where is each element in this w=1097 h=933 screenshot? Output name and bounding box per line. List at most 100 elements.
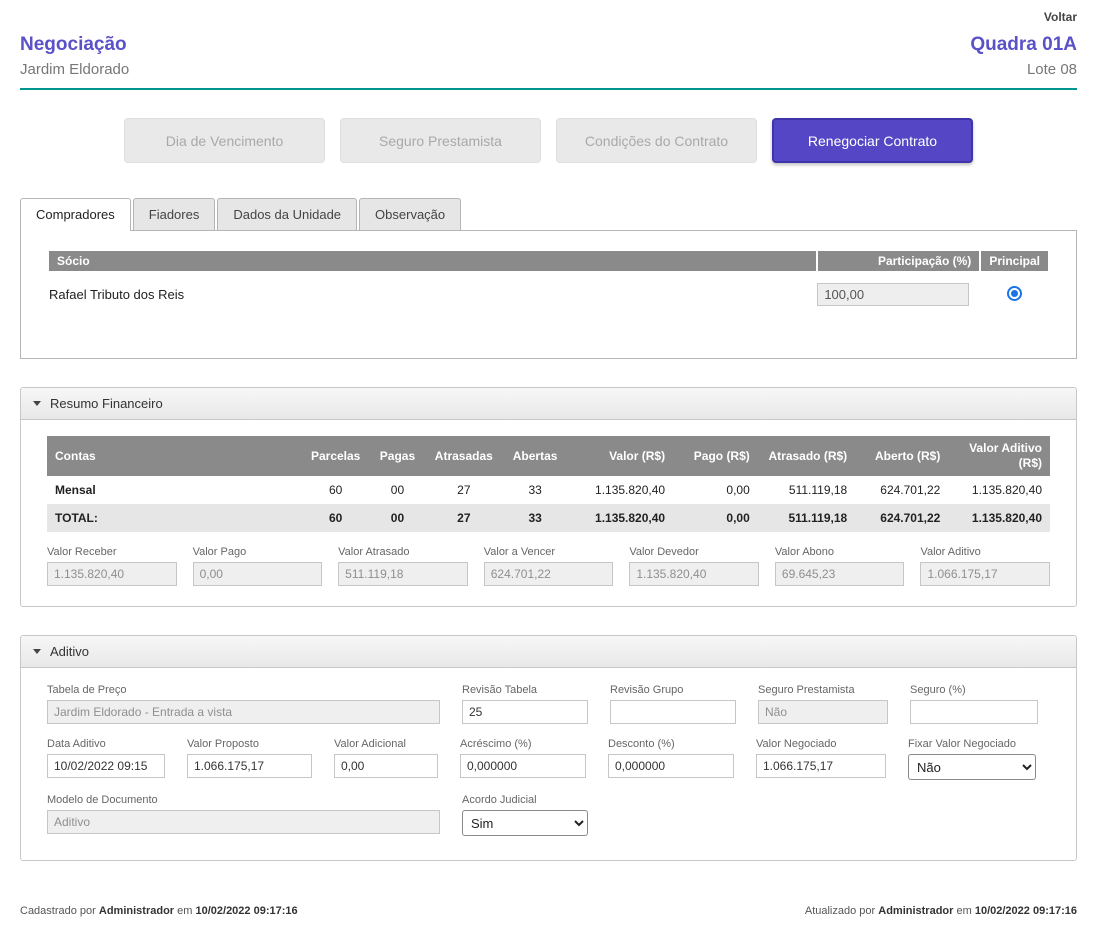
fixar-valor-negociado-label: Fixar Valor Negociado: [908, 738, 1036, 750]
created-by-text: Cadastrado por Administrador em 10/02/20…: [20, 905, 298, 917]
buyer-row: Rafael Tributo dos Reis: [49, 271, 1048, 310]
total-label: TOTAL:: [47, 504, 301, 532]
cell-pago: 0,00: [673, 476, 758, 504]
resumo-financeiro-header[interactable]: Resumo Financeiro: [21, 388, 1076, 420]
acrescimo-label: Acréscimo (%): [460, 738, 586, 750]
fixar-valor-negociado-select[interactable]: Não: [908, 754, 1036, 780]
updated-prefix: Atualizado por: [805, 905, 875, 917]
header-right: Quadra 01A Lote 08: [970, 34, 1077, 78]
col-atrasado: Atrasado (R$): [758, 436, 855, 476]
total-atrasado: 511.119,18: [758, 504, 855, 532]
acordo-judicial-field: Acordo Judicial Sim: [462, 794, 588, 836]
data-aditivo-field: Data Aditivo: [47, 738, 165, 780]
valor-pago-label: Valor Pago: [193, 546, 323, 558]
acordo-judicial-select[interactable]: Sim: [462, 810, 588, 836]
col-valor-aditivo: Valor Aditivo (R$): [948, 436, 1050, 476]
tabela-de-preco-field: Tabela de Preço: [47, 684, 440, 724]
valor-devedor-label: Valor Devedor: [629, 546, 759, 558]
valor-atrasado-label: Valor Atrasado: [338, 546, 468, 558]
page-subtitle: Jardim Eldorado: [20, 61, 129, 78]
valor-adicional-input[interactable]: [334, 754, 438, 778]
col-pagas: Pagas: [370, 436, 424, 476]
participation-input[interactable]: [817, 283, 969, 306]
seguro-prestamista-label: Seguro Prestamista: [758, 684, 888, 696]
cell-conta: Mensal: [47, 476, 301, 504]
page-header: Negociação Jardim Eldorado Quadra 01A Lo…: [20, 34, 1077, 90]
revisao-tabela-field: Revisão Tabela: [462, 684, 588, 724]
valor-proposto-input[interactable]: [187, 754, 312, 778]
seguro-percent-input[interactable]: [910, 700, 1038, 724]
tab-dados-da-unidade[interactable]: Dados da Unidade: [217, 198, 357, 231]
acrescimo-field: Acréscimo (%): [460, 738, 586, 780]
valor-pago-input: [193, 562, 323, 586]
table-row-mensal: Mensal 60 00 27 33 1.135.820,40 0,00 511…: [47, 476, 1050, 504]
cell-atrasadas: 27: [425, 476, 503, 504]
col-contas: Contas: [47, 436, 301, 476]
collapse-arrow-icon: [33, 649, 41, 654]
valor-negociado-input[interactable]: [756, 754, 886, 778]
updated-datetime: 10/02/2022 09:17:16: [975, 905, 1077, 917]
seguro-prestamista-button: Seguro Prestamista: [340, 118, 541, 163]
revisao-grupo-label: Revisão Grupo: [610, 684, 736, 696]
cell-abertas: 33: [503, 476, 567, 504]
cell-parcelas: 60: [301, 476, 370, 504]
valor-aditivo-input: [920, 562, 1050, 586]
aditivo-title: Aditivo: [50, 644, 89, 659]
acrescimo-input[interactable]: [460, 754, 586, 778]
revisao-tabela-input[interactable]: [462, 700, 588, 724]
aditivo-header[interactable]: Aditivo: [21, 636, 1076, 668]
tabela-de-preco-input: [47, 700, 440, 724]
aditivo-row-2: Data Aditivo Valor Proposto Valor Adicio…: [47, 738, 1050, 780]
cell-atrasado: 511.119,18: [758, 476, 855, 504]
tabela-de-preco-label: Tabela de Preço: [47, 684, 440, 696]
resumo-financeiro-section: Resumo Financeiro Contas Parcelas Pagas …: [20, 387, 1077, 607]
col-atrasadas: Atrasadas: [425, 436, 503, 476]
valor-atrasado-field: Valor Atrasado: [338, 546, 468, 586]
negotiation-page: Voltar Negociação Jardim Eldorado Quadra…: [0, 0, 1097, 933]
header-left: Negociação Jardim Eldorado: [20, 34, 129, 78]
col-pago: Pago (R$): [673, 436, 758, 476]
modelo-de-documento-field: Modelo de Documento: [47, 794, 440, 836]
aditivo-body: Tabela de Preço Revisão Tabela Revisão G…: [21, 668, 1076, 860]
cell-pagas: 00: [370, 476, 424, 504]
revisao-grupo-input[interactable]: [610, 700, 736, 724]
tab-compradores[interactable]: Compradores: [20, 198, 131, 231]
resumo-financeiro-title: Resumo Financeiro: [50, 396, 163, 411]
seguro-prestamista-field: Seguro Prestamista: [758, 684, 888, 724]
buyers-table: Sócio Participação (%) Principal Rafael …: [49, 251, 1048, 310]
topbar: Voltar: [20, 8, 1077, 26]
data-aditivo-input[interactable]: [47, 754, 165, 778]
total-pagas: 00: [370, 504, 424, 532]
tab-bar: Compradores Fiadores Dados da Unidade Ob…: [20, 197, 1077, 230]
valor-aditivo-label: Valor Aditivo: [920, 546, 1050, 558]
cell-valor-aditivo: 1.135.820,40: [948, 476, 1050, 504]
aditivo-row-3: Modelo de Documento Acordo Judicial Sim: [47, 794, 1050, 836]
principal-radio[interactable]: [1007, 286, 1022, 301]
action-bar: Dia de Vencimento Seguro Prestamista Con…: [20, 118, 1077, 163]
resumo-financeiro-body: Contas Parcelas Pagas Atrasadas Abertas …: [21, 420, 1076, 606]
valor-a-vencer-label: Valor a Vencer: [484, 546, 614, 558]
renegociar-contrato-button[interactable]: Renegociar Contrato: [772, 118, 973, 163]
valor-devedor-input: [629, 562, 759, 586]
valor-adicional-field: Valor Adicional: [334, 738, 438, 780]
updated-user: Administrador: [878, 905, 953, 917]
condicoes-contrato-button: Condições do Contrato: [556, 118, 757, 163]
tabs-container: Compradores Fiadores Dados da Unidade Ob…: [20, 197, 1077, 359]
collapse-arrow-icon: [33, 401, 41, 406]
page-title: Negociação: [20, 34, 129, 56]
col-aberto: Aberto (R$): [855, 436, 948, 476]
valor-negociado-label: Valor Negociado: [756, 738, 886, 750]
cell-aberto: 624.701,22: [855, 476, 948, 504]
tab-fiadores[interactable]: Fiadores: [133, 198, 216, 231]
created-connector: em: [177, 905, 192, 917]
total-valor: 1.135.820,40: [567, 504, 673, 532]
desconto-input[interactable]: [608, 754, 734, 778]
valor-a-vencer-field: Valor a Vencer: [484, 546, 614, 586]
back-link[interactable]: Voltar: [1044, 10, 1077, 24]
valor-a-vencer-input: [484, 562, 614, 586]
column-header-principal: Principal: [980, 251, 1048, 271]
column-header-socio: Sócio: [49, 251, 817, 271]
valor-receber-field: Valor Receber: [47, 546, 177, 586]
lot-subtitle: Lote 08: [970, 61, 1077, 78]
tab-observacao[interactable]: Observação: [359, 198, 461, 231]
